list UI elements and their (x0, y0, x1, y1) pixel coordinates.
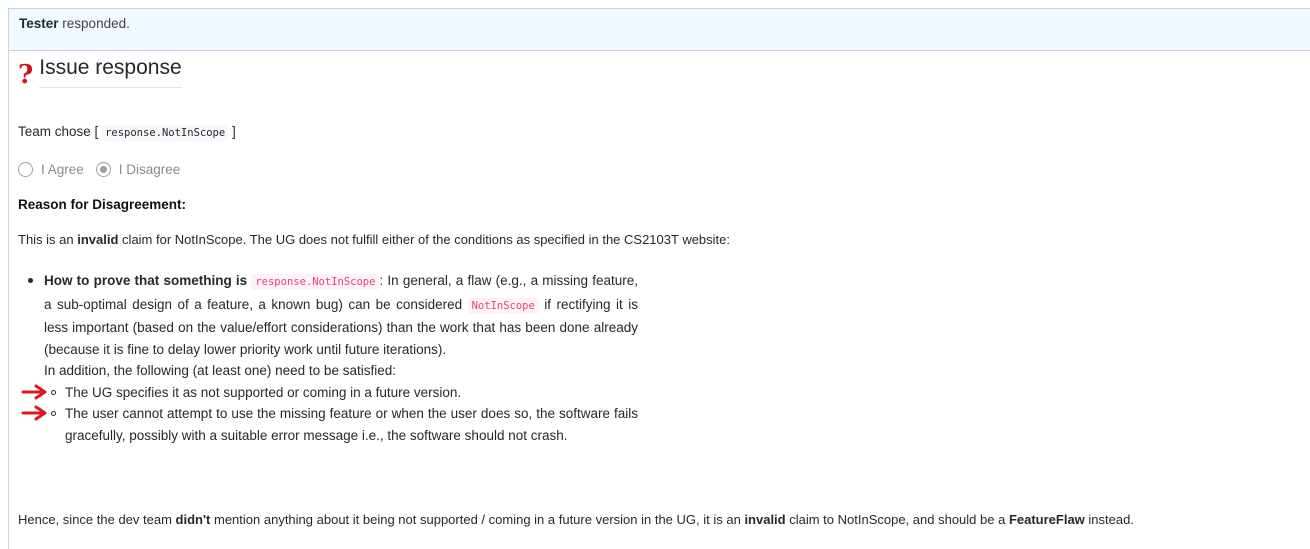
team-choice: Team chose [ response.NotInScope ] (18, 124, 236, 141)
conclusion-a: Hence, since the dev team (18, 512, 176, 527)
disagree-radio[interactable]: I Disagree (95, 162, 181, 177)
author-name[interactable]: Tester (19, 16, 59, 31)
question-mark-icon: ? (18, 60, 34, 90)
team-choice-suffix: ] (231, 124, 236, 139)
sub-list-item: The user cannot attempt to use the missi… (21, 403, 638, 446)
bullet-bold: How to prove that something is (44, 273, 248, 288)
disagree-radio-circle[interactable] (95, 162, 111, 177)
sub-bullet-dot (51, 389, 56, 395)
conclusion-paragraph: Hence, since the dev team didn't mention… (18, 512, 1134, 527)
para1-text-c: claim for NotInScope. The UG does not fu… (118, 232, 731, 247)
reason-paragraph: This is an invalid claim for NotInScope.… (18, 232, 730, 247)
conclusion-e: claim to NotInScope, and should be a (785, 512, 1009, 527)
header-action: responded. (62, 16, 130, 31)
reason-heading: Reason for Disagreement: (18, 197, 187, 212)
para1-text-a: This is an (18, 232, 78, 247)
bullet-dot (28, 278, 33, 283)
conclusion-f: FeatureFlaw (1008, 512, 1085, 527)
bullet-text: How to prove that something is response.… (21, 270, 638, 446)
conclusion-g: instead. (1084, 512, 1134, 527)
comment-header: Tester responded. (9, 9, 1310, 51)
bullet-code2: NotInScope (467, 297, 539, 314)
sub-bullet-dot (51, 411, 56, 416)
quoted-bullet: How to prove that something is response.… (21, 270, 638, 446)
agree-radio-circle[interactable] (18, 162, 33, 177)
response-radio-group: I Agree I Disagree (18, 162, 192, 177)
red-arrow-icon (21, 405, 47, 421)
agree-radio[interactable]: I Agree (18, 162, 84, 177)
bullet-t3: In addition, the following (at least one… (44, 363, 396, 378)
red-arrow-icon (21, 384, 47, 399)
conclusion-d: invalid (744, 512, 786, 527)
disagree-radio-label: I Disagree (118, 162, 181, 177)
sub-item-text: The user cannot attempt to use the missi… (65, 406, 638, 443)
page-title: Issue response (39, 55, 182, 88)
conclusion-b: didn't (175, 512, 211, 527)
bullet-code1: response.NotInScope (251, 274, 380, 290)
issue-title-row: ? Issue response (18, 55, 182, 88)
para1-bold: invalid (77, 232, 119, 247)
team-choice-prefix: Team chose [ (18, 124, 99, 139)
sub-list-item: The UG specifies it as not supported or … (21, 382, 638, 404)
team-choice-code: response.NotInScope (102, 125, 229, 141)
agree-radio-label: I Agree (41, 162, 84, 177)
sub-item-text: The UG specifies it as not supported or … (65, 384, 462, 400)
conclusion-c: mention anything about it being not supp… (210, 512, 745, 527)
